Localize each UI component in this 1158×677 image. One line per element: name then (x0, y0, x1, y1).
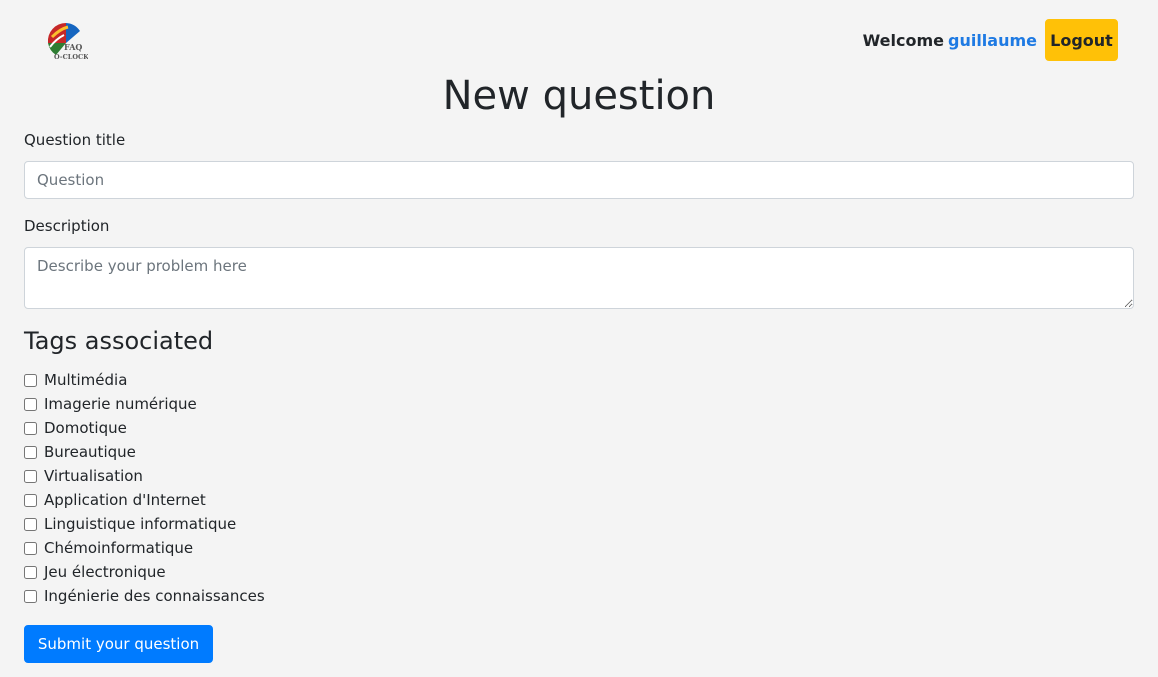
tag-label: Application d'Internet (44, 491, 206, 509)
logo-text-bottom: O-CLOCK (54, 53, 88, 61)
tag-checkbox-virtualisation[interactable] (24, 469, 37, 483)
tag-checkbox-bureautique[interactable] (24, 445, 37, 459)
tag-item: Domotique (24, 416, 265, 440)
question-title-input[interactable] (24, 161, 1134, 199)
tag-checkbox-application-internet[interactable] (24, 493, 37, 507)
tag-checkbox-imagerie-numerique[interactable] (24, 397, 37, 411)
tag-label: Bureautique (44, 443, 136, 461)
welcome-message: Welcome guillaume (863, 31, 1037, 50)
page-title: New question (442, 73, 716, 119)
description-textarea[interactable] (24, 247, 1134, 309)
tag-label: Jeu électronique (44, 563, 166, 581)
welcome-label: Welcome (862, 30, 944, 50)
tags-heading: Tags associated (24, 327, 214, 355)
tag-label: Domotique (44, 419, 127, 437)
tag-checkbox-jeu-electronique[interactable] (24, 565, 37, 579)
tag-checkbox-multimedia[interactable] (24, 373, 37, 387)
tag-item: Imagerie numérique (24, 392, 265, 416)
tag-label: Linguistique informatique (44, 515, 237, 533)
faq-oclock-logo[interactable]: FAQ O-CLOCK (44, 17, 88, 63)
tag-item: Virtualisation (24, 464, 265, 488)
tag-checkbox-chemoinformatique[interactable] (24, 541, 37, 555)
tag-label: Virtualisation (44, 467, 143, 485)
user-area: Welcome guillaume Logout (863, 19, 1118, 61)
username-link[interactable]: guillaume (948, 31, 1037, 50)
tag-item: Chémoinformatique (24, 536, 265, 560)
tag-checkbox-linguistique-informatique[interactable] (24, 517, 37, 531)
tag-label: Ingénierie des connaissances (44, 587, 265, 605)
logo-text-top: FAQ (64, 42, 82, 52)
tag-item: Jeu électronique (24, 560, 265, 584)
tag-item: Bureautique (24, 440, 265, 464)
tag-list: Multimédia Imagerie numérique Domotique … (24, 368, 265, 608)
description-label: Description (24, 217, 110, 235)
tag-label: Imagerie numérique (44, 395, 197, 413)
tag-item: Ingénierie des connaissances (24, 584, 265, 608)
globe-logo-icon: FAQ O-CLOCK (47, 22, 88, 61)
tag-checkbox-ingenierie-connaissances[interactable] (24, 589, 37, 603)
tag-item: Application d'Internet (24, 488, 265, 512)
tag-checkbox-domotique[interactable] (24, 421, 37, 435)
submit-question-button[interactable]: Submit your question (24, 625, 213, 663)
tag-item: Multimédia (24, 368, 265, 392)
tag-item: Linguistique informatique (24, 512, 265, 536)
logout-button[interactable]: Logout (1045, 19, 1118, 61)
tag-label: Chémoinformatique (44, 539, 194, 557)
tag-label: Multimédia (44, 371, 128, 389)
question-title-label: Question title (24, 131, 126, 149)
